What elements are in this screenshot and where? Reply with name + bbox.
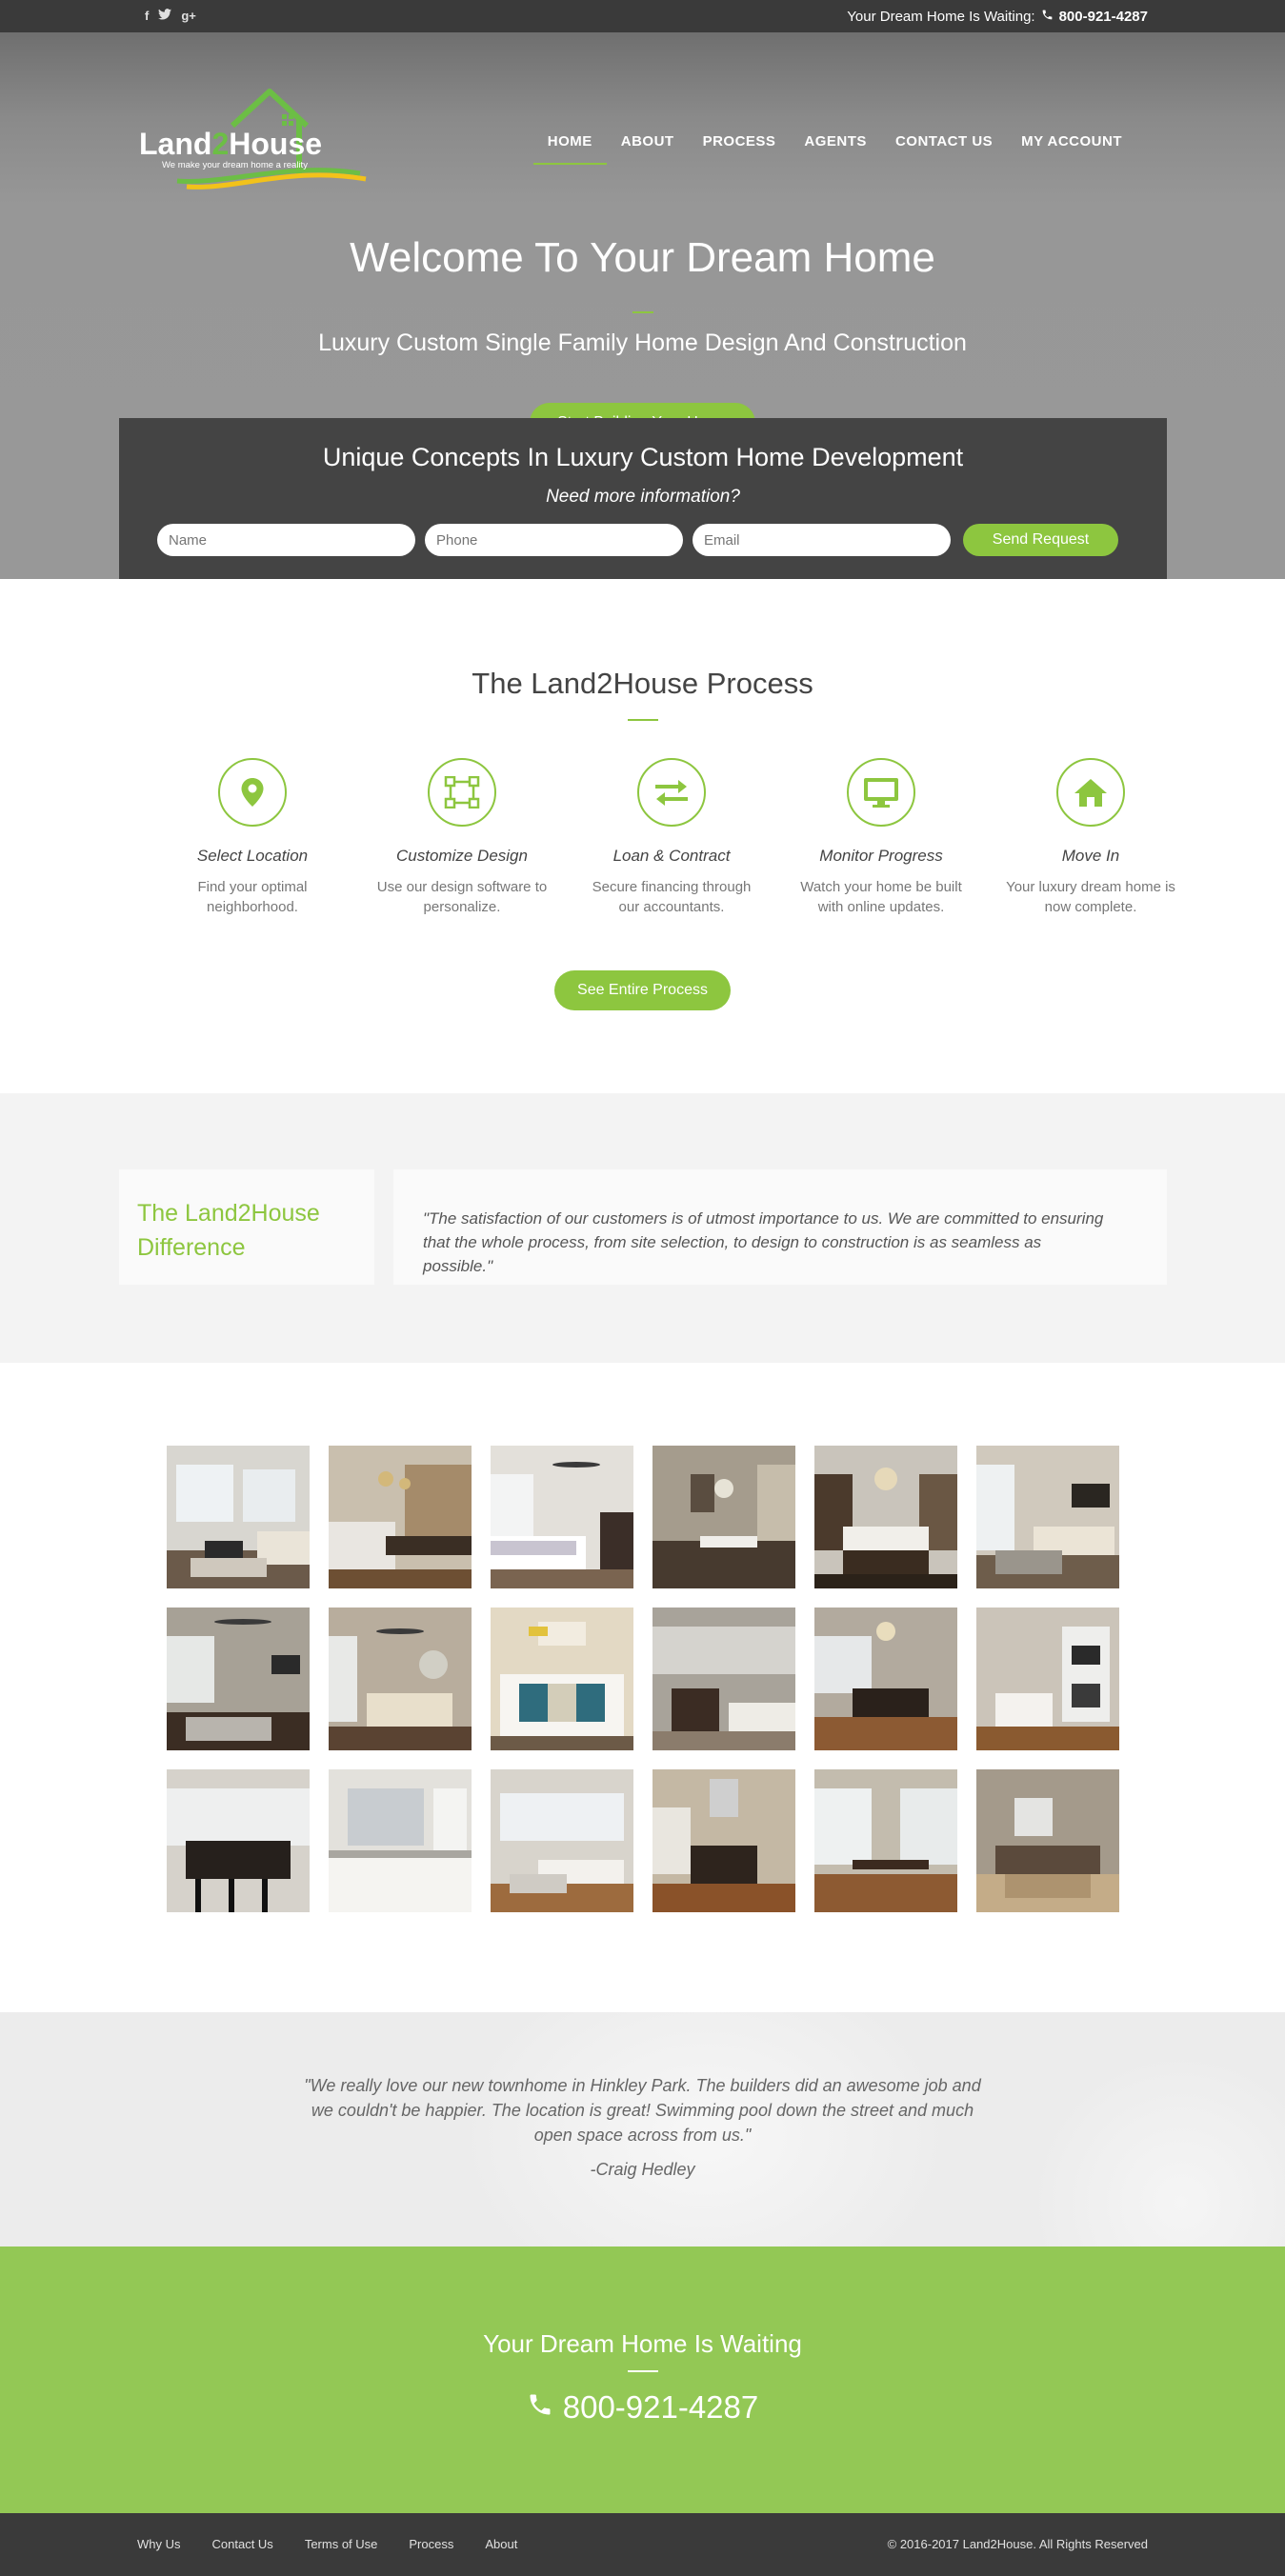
info-title: Unique Concepts In Luxury Custom Home De… — [322, 443, 964, 471]
gallery-photo-kitchen-5[interactable] — [167, 1769, 310, 1912]
nav-home[interactable]: HOME — [532, 133, 607, 165]
hero-title: Welcome To Your Dream Home — [350, 234, 935, 281]
difference-quote: "The satisfaction of our customers is of… — [423, 1209, 1104, 1275]
difference-quote-box: "The satisfaction of our customers is of… — [393, 1169, 1167, 1285]
step-desc: Secure financing through our accountants… — [592, 879, 752, 915]
gallery-section — [0, 1363, 1285, 2012]
gallery-photo-bedroom-1[interactable] — [491, 1446, 633, 1588]
gallery-photo-dining-2[interactable] — [814, 1769, 957, 1912]
design-vector-icon — [428, 758, 496, 827]
cta-phone-line: 800-921-4287 — [0, 2389, 1285, 2426]
step-title: Customize Design — [396, 847, 528, 865]
nav-contact-us[interactable]: CONTACT US — [881, 133, 1007, 165]
process-step-select-location: Select Location Find your optimal neighb… — [148, 758, 357, 917]
exchange-arrows-icon — [637, 758, 706, 827]
phone-icon — [527, 2389, 553, 2426]
topbar-contact: Your Dream Home Is Waiting: 800-921-4287 — [847, 9, 1148, 25]
step-desc: Use our design software to personalize. — [376, 879, 548, 915]
footer-links: Why Us Contact Us Terms of Use Process A… — [137, 2537, 517, 2551]
map-pin-icon — [218, 758, 287, 827]
gallery-photo-kitchen-1[interactable] — [329, 1446, 472, 1588]
name-field[interactable] — [157, 524, 415, 556]
step-title: Loan & Contract — [612, 847, 731, 865]
process-step-customize-design: Customize Design Use our design software… — [357, 758, 567, 917]
process-section: The Land2House Process Select Location F… — [0, 579, 1285, 1093]
nav-about[interactable]: ABOUT — [607, 133, 689, 165]
info-request-box: Unique Concepts In Luxury Custom Home De… — [119, 418, 1167, 580]
monitor-icon — [847, 758, 915, 827]
difference-title: The Land2House Difference — [137, 1200, 320, 1261]
footer-link-contact-us[interactable]: Contact Us — [212, 2537, 273, 2551]
gallery-photo-bathroom[interactable] — [329, 1769, 472, 1912]
email-field[interactable] — [693, 524, 951, 556]
logo[interactable]: Land2House We make your dream home a rea… — [139, 86, 368, 206]
process-step-monitor-progress: Monitor Progress Watch your home be buil… — [776, 758, 986, 917]
hero-subtitle: Luxury Custom Single Family Home Design … — [318, 329, 967, 356]
gallery-photo-kitchen-4[interactable] — [814, 1608, 957, 1750]
process-step-loan-contract: Loan & Contract Secure financing through… — [567, 758, 776, 917]
copyright: © 2016-2017 Land2House. All Rights Reser… — [887, 2537, 1148, 2551]
difference-title-box: The Land2House Difference — [119, 1169, 374, 1285]
gallery-photo-dining[interactable] — [653, 1446, 795, 1588]
facebook-icon[interactable]: f — [145, 9, 149, 24]
gallery-photo-living-room-3[interactable] — [491, 1769, 633, 1912]
process-step-move-in: Move In Your luxury dream home is now co… — [986, 758, 1195, 917]
gallery-photo-bedroom-3[interactable] — [491, 1608, 633, 1750]
phone-field[interactable] — [425, 524, 683, 556]
step-desc: Your luxury dream home is now complete. — [1006, 879, 1175, 915]
gallery-photo-open-living[interactable] — [167, 1608, 310, 1750]
home-icon — [1056, 758, 1125, 827]
process-divider — [628, 719, 658, 721]
step-desc: Find your optimal neighborhood. — [197, 879, 308, 915]
gallery-photo-kitchen-6[interactable] — [653, 1769, 795, 1912]
google-plus-icon[interactable]: g+ — [181, 9, 196, 24]
info-request-form: Send Request — [157, 524, 1118, 556]
social-links: f g+ — [145, 9, 196, 24]
cta-title: Your Dream Home Is Waiting — [483, 2329, 802, 2358]
nav-agents[interactable]: AGENTS — [790, 133, 881, 165]
topbar-phone[interactable]: 800-921-4287 — [1059, 9, 1148, 25]
gallery-photo-living-room[interactable] — [167, 1446, 310, 1588]
testimonial-quote-text: "We really love our new townhome in Hink… — [304, 2076, 981, 2145]
step-title: Monitor Progress — [819, 847, 943, 865]
send-request-button[interactable]: Send Request — [963, 524, 1118, 556]
footer: Why Us Contact Us Terms of Use Process A… — [0, 2513, 1285, 2576]
nav-process[interactable]: PROCESS — [689, 133, 791, 165]
logo-tagline: We make your dream home a reality — [162, 160, 308, 170]
testimonial-quote: "We really love our new townhome in Hink… — [0, 2073, 1285, 2147]
difference-section: The Land2House Difference "The satisfact… — [0, 1093, 1285, 1363]
step-desc: Watch your home be built with online upd… — [800, 879, 962, 915]
step-title: Move In — [1061, 847, 1120, 865]
top-bar: f g+ Your Dream Home Is Waiting: 800-921… — [0, 0, 1285, 32]
photo-grid — [167, 1446, 1119, 1912]
gallery-photo-kitchen-3[interactable] — [653, 1608, 795, 1750]
step-title: Select Location — [196, 847, 309, 865]
testimonial-author: -Craig Hedley — [590, 2160, 695, 2179]
testimonial-section: "We really love our new townhome in Hink… — [0, 2012, 1285, 2247]
footer-link-why-us[interactable]: Why Us — [137, 2537, 181, 2551]
see-entire-process-button[interactable]: See Entire Process — [554, 970, 731, 1010]
gallery-photo-living-room-2[interactable] — [976, 1446, 1119, 1588]
main-nav: HOME ABOUT PROCESS AGENTS CONTACT US MY … — [532, 133, 1136, 165]
footer-link-about[interactable]: About — [485, 2537, 517, 2551]
footer-link-process[interactable]: Process — [409, 2537, 453, 2551]
hero: Land2House We make your dream home a rea… — [0, 32, 1285, 580]
twitter-icon[interactable] — [158, 9, 172, 24]
cta-divider — [628, 2370, 658, 2372]
cta-section: Your Dream Home Is Waiting 800-921-4287 — [0, 2247, 1285, 2513]
phone-icon — [1041, 9, 1054, 25]
hero-divider — [632, 311, 653, 313]
info-question: Need more information? — [546, 487, 740, 507]
gallery-photo-kitchen-2[interactable] — [814, 1446, 957, 1588]
gallery-photo-fireplace[interactable] — [976, 1608, 1119, 1750]
nav-my-account[interactable]: MY ACCOUNT — [1007, 133, 1136, 165]
footer-link-terms[interactable]: Terms of Use — [305, 2537, 378, 2551]
cta-phone-number[interactable]: 800-921-4287 — [563, 2389, 759, 2426]
process-steps: Select Location Find your optimal neighb… — [148, 758, 1195, 917]
waiting-text: Your Dream Home Is Waiting: — [847, 9, 1035, 25]
gallery-photo-living-room-4[interactable] — [976, 1769, 1119, 1912]
logo-text: Land2House — [139, 127, 322, 161]
gallery-photo-bedroom-2[interactable] — [329, 1608, 472, 1750]
process-title: The Land2House Process — [472, 667, 813, 700]
